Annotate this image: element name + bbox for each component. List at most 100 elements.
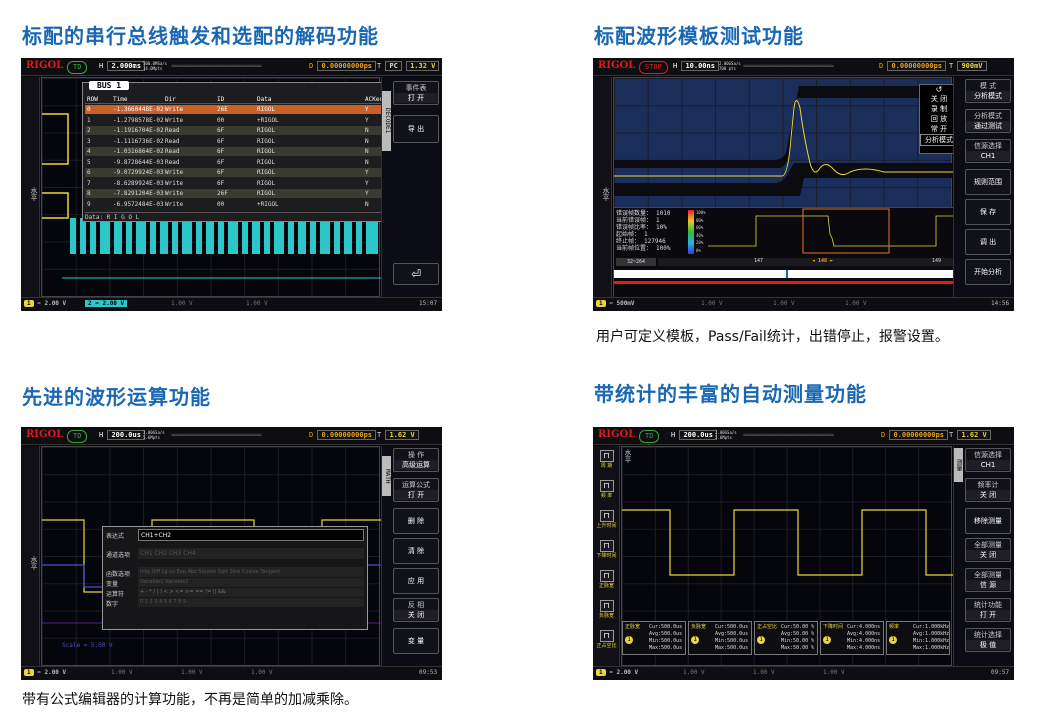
ch3-scale[interactable]: 1.00 V	[773, 300, 795, 307]
measure-shortcut[interactable]: ⊓ 周 期	[594, 450, 619, 469]
menu-rule-range[interactable]: 规则范围	[965, 169, 1011, 195]
table-row[interactable]: 8 -7.8291204E-03 Write 26F RIGOL Y	[85, 189, 389, 198]
measure-shortcut[interactable]: ⊓ 负脉宽	[594, 600, 619, 619]
measure-shortcut[interactable]: ⊓ 频 率	[594, 480, 619, 499]
ch4-scale[interactable]: 1.00 V	[251, 669, 273, 676]
run-state[interactable]: STOP	[639, 61, 668, 74]
expr-label: 表达式	[106, 533, 125, 540]
formula-input[interactable]: CH1+CH2	[138, 529, 364, 541]
math-tab[interactable]: MATH	[382, 456, 391, 496]
table-row[interactable]: 9 -6.9572484E-03 Write 00 +RIGOL N	[85, 200, 389, 209]
ch4-scale[interactable]: 1.00 V	[823, 669, 845, 676]
sample-rate: 500.0MSa/s 14.0Mpts	[143, 61, 168, 71]
table-row[interactable]: 3 -1.1116736E-02 Read 6F RIGOL N	[85, 137, 389, 146]
table-cell: RIGOL	[257, 158, 276, 166]
number-options[interactable]: 0 1 2 3 4 5 6 7 8 9 .	[138, 598, 364, 607]
operator-options[interactable]: + - * / ( ) < > <= >= == != || &&	[138, 588, 364, 597]
vertical-tab[interactable]: 水平	[21, 446, 40, 666]
table-cell: 2	[87, 127, 91, 134]
menu-invert[interactable]: 反 相关 闭	[393, 598, 439, 622]
trigger-label: T 1.62 V	[949, 430, 991, 441]
measure-shortcut[interactable]: ⊓ 正脉宽	[594, 570, 619, 589]
ch3-scale[interactable]: 1.00 V	[181, 669, 203, 676]
scale-label: 20%	[696, 240, 704, 245]
ch1-scale[interactable]: 1 = 500mV	[596, 300, 635, 307]
export-button[interactable]: 导 出	[393, 115, 439, 143]
menu-apply[interactable]: 应 用	[393, 568, 439, 594]
menu-remove-measure[interactable]: 移除测量	[965, 508, 1011, 534]
ch4-scale[interactable]: 1.00 V	[845, 300, 867, 307]
table-row[interactable]: 2 -1.1916704E-02 Read 6F RIGOL N	[85, 126, 389, 135]
menu-clear[interactable]: 清 除	[393, 538, 439, 564]
run-state[interactable]: TD	[639, 430, 660, 443]
menu-delete[interactable]: 删 除	[393, 508, 439, 534]
menu-analysis-mode[interactable]: 分析模式 通过测试	[965, 109, 1011, 133]
menu-operation[interactable]: 操 作高级运算	[393, 448, 439, 472]
run-state[interactable]: TD	[67, 61, 88, 74]
ch1-scale[interactable]: 1 = 2.00 V	[24, 669, 66, 676]
vertical-tab[interactable]: 水平	[21, 77, 40, 297]
measure-shortcut[interactable]: ⊓ 下降时间	[594, 540, 619, 559]
menu-mode[interactable]: 模 式分析模式	[965, 79, 1011, 103]
table-row[interactable]: 0 -1.3660448E-02 Write 26E RIGOL Y	[85, 105, 389, 114]
timebase-label: H 200.0us	[99, 430, 145, 441]
measure-tab[interactable]: 测量	[954, 448, 963, 482]
variable-options[interactable]: Variable1 Variable2	[138, 578, 364, 587]
menu-counter[interactable]: 频率计关 闭	[965, 478, 1011, 502]
run-state[interactable]: TD	[67, 430, 88, 443]
ch2-scale[interactable]: 2 = 2.00 V	[85, 300, 128, 307]
menu-statistics-select[interactable]: 统计选择极 值	[965, 628, 1011, 652]
menu-variable[interactable]: 变 量	[393, 628, 439, 654]
return-icon[interactable]: ⏎	[393, 263, 439, 285]
function-options[interactable]: Intg Diff Lg Ln Exp Abs Square Sqrt Sine…	[138, 567, 364, 577]
ch2-scale[interactable]: 1.00 V	[111, 669, 133, 676]
delay-label: D 0.00000000ps	[879, 61, 947, 72]
sample-rate: 2.00GSa/s 700 pts	[719, 61, 741, 71]
measure-shortcut[interactable]: ⊓ 上升时间	[594, 510, 619, 529]
menu-formula[interactable]: 运算公式打 开	[393, 478, 439, 502]
ch1-badge: 1	[625, 636, 633, 644]
decode-tab[interactable]: DECODE1	[382, 91, 391, 151]
table-cell: RIGOL	[257, 137, 276, 145]
timebase-label: H 200.0us	[671, 430, 717, 441]
menu-source[interactable]: 信源选择 CH1	[965, 448, 1011, 472]
measure-shortcut-icon: ⊓	[599, 450, 614, 462]
frame-range: 32~264	[616, 258, 656, 266]
measure-readout: 下降时间 Cur:4.000ns Avg:4.000ns Min:4.000ns Max…	[820, 621, 884, 655]
menu-recall[interactable]: 调 出	[965, 229, 1011, 255]
menu-all-measure-source[interactable]: 全部测量信 源	[965, 568, 1011, 592]
ch2-scale[interactable]: 1.00 V	[701, 300, 723, 307]
table-cell: Y	[365, 106, 369, 113]
ch2-scale[interactable]: 1.00 V	[683, 669, 705, 676]
ch3-scale[interactable]: 1.00 V	[171, 300, 193, 307]
scope-status-bar: RIGOL STOP H 10.00ns 2.00GSa/s 700 pts ≈…	[593, 58, 1014, 76]
table-row[interactable]: 5 -9.8728644E-03 Read 6F RIGOL N	[85, 158, 389, 167]
menu-source[interactable]: 信源选择 CH1	[965, 139, 1011, 163]
ch1-scale[interactable]: 1 = 2.00 V	[596, 669, 638, 676]
table-row[interactable]: 4 -1.0316864E-02 Read 6F RIGOL N	[85, 147, 389, 156]
event-table-toggle[interactable]: 事件表打 开	[393, 81, 439, 105]
channel-options[interactable]: CH1 CH2 CH3 CH4	[138, 548, 364, 559]
channel-bar: 1 = 2.00 V 1.00 V 1.00 V 1.00 V 09:53	[21, 666, 442, 680]
ch1-scale[interactable]: 1 = 2.00 V	[24, 300, 66, 307]
table-row[interactable]: 1 -1.2798578E-02 Write 00 +RIGOL Y	[85, 116, 389, 125]
fn-label: 函数选项	[106, 571, 131, 578]
table-row[interactable]: 7 -8.6289924E-03 Write 6F RIGOL Y	[85, 179, 389, 188]
section-title-mask-test: 标配波形模板测试功能	[594, 24, 804, 48]
menu-all-measure[interactable]: 全部测量关 闭	[965, 538, 1011, 562]
frame-scrollbar[interactable]	[614, 270, 953, 278]
measure-shortcut-icon: ⊓	[599, 540, 614, 552]
vertical-tab[interactable]: 水平	[593, 77, 612, 297]
ch1-badge: 1	[823, 636, 831, 644]
measure-shortcut[interactable]: ⊓ 正占空比	[594, 630, 619, 649]
ch4-scale[interactable]: 1.00 V	[246, 300, 268, 307]
trigger-label: T 900mV	[949, 61, 987, 72]
menu-start-analysis[interactable]: 开始分析	[965, 259, 1011, 285]
table-row[interactable]: 6 -9.0729924E-03 Write 6F RIGOL Y	[85, 168, 389, 177]
stat-row: 错误帧数量： 1010	[616, 210, 671, 217]
fail-marker-bar	[614, 281, 953, 284]
menu-statistics[interactable]: 统计功能打 开	[965, 598, 1011, 622]
ch3-scale[interactable]: 1.00 V	[753, 669, 775, 676]
menu-save[interactable]: 保 存	[965, 199, 1011, 225]
table-cell: 4	[87, 148, 91, 155]
